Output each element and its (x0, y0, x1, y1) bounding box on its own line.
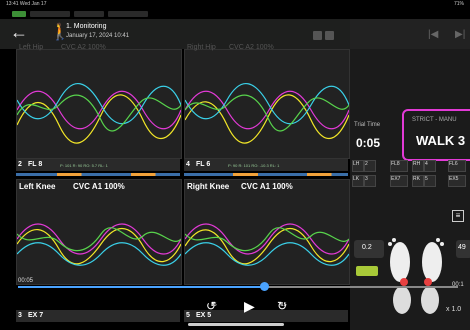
skip-start-icon[interactable]: |◀ (428, 29, 438, 40)
plot-info-bar: 4 FL 6 P: 90 R: 101 RO: -10.3 RL: 1 (184, 159, 348, 171)
home-indicator[interactable] (188, 323, 284, 326)
value-box-left: 0.2 (354, 240, 384, 258)
joint-code: LK (352, 175, 364, 187)
joint-num: 3 (364, 175, 376, 187)
joint-code: LH (352, 160, 364, 172)
joint-tag: FL6 (448, 160, 466, 172)
mode-value: WALK 3 (416, 133, 466, 148)
page-subtitle: January 17, 2024 10:41 (66, 33, 130, 39)
right-header: |◀ ▶| (350, 19, 470, 49)
joint-tag: EX7 (390, 175, 408, 187)
info-tag: FL 8 (28, 161, 43, 168)
joint-num: 2 (364, 160, 376, 172)
joint-num: 5 (424, 175, 436, 187)
mode-label: STRICT - MANU (412, 117, 457, 123)
status-time: 13:41 Wed Jan 17 (6, 1, 47, 7)
waveform-plot (17, 223, 181, 266)
plot-left-knee: Left Knee CVC A1 100% (16, 179, 182, 285)
waveform-plot (17, 82, 181, 144)
joint-tag: EX5 (448, 175, 466, 187)
joint-num: 4 (424, 160, 436, 172)
plot-info-bar: 3 EX 7 (16, 310, 180, 322)
info-metrics: P: 101 R: 90 RO: 5.7 RL: 1 (60, 163, 108, 168)
mode-box[interactable]: STRICT - MANU WALK 3 (402, 109, 470, 161)
scrubber-knob[interactable] (260, 282, 269, 291)
info-metrics: P: 90 R: 101 RO: -10.3 RL: 1 (228, 163, 280, 168)
waveform-plot (185, 223, 349, 266)
plot-label: CVC A1 100% (73, 182, 125, 191)
current-time: 00:05 (18, 278, 34, 284)
phase-stripe (16, 173, 180, 176)
strip-segment (30, 11, 70, 17)
phase-stripe (184, 173, 348, 176)
info-tag: FL 6 (196, 161, 211, 168)
info-tag: EX 5 (196, 312, 212, 319)
info-number: 5 (186, 312, 190, 319)
battery-indicator: 71% (453, 1, 464, 7)
joint-grid: LH 2 FL8 RH 4 FL6 LK 3 EX7 RK 5 EX5 (350, 159, 470, 191)
plot-left-hip: Left Hip CVC A2 100% (16, 44, 182, 159)
top-strip (12, 9, 312, 19)
info-tag: EX 7 (28, 312, 44, 319)
trial-time-label: Trial Time (354, 122, 381, 128)
value-right: 49 (458, 244, 466, 251)
playback-speed[interactable]: x 1.0 (446, 306, 461, 313)
waveform-plot (185, 82, 349, 144)
foot-diagram-icon (388, 238, 444, 314)
plot-title: Left Knee (19, 182, 56, 191)
strip-segment (74, 11, 104, 17)
trial-time-value: 0:05 (356, 136, 381, 150)
layout-icon[interactable] (313, 31, 322, 40)
settings-icon[interactable] (325, 31, 334, 40)
page-title: 1. Monitoring (66, 23, 107, 30)
skip-back-seconds: 15 (211, 302, 217, 308)
info-number: 2 (18, 161, 22, 168)
plot-right-knee: Right Knee CVC A1 100% (184, 179, 350, 285)
value-box-right: 49 (456, 240, 470, 258)
header-icons (313, 27, 353, 40)
strip-segment (108, 11, 148, 17)
plot-right-hip: Right Hip CVC A2 100% (184, 44, 350, 159)
info-number: 4 (186, 161, 190, 168)
play-icon[interactable]: ▶ (244, 298, 255, 315)
back-arrow-icon[interactable]: ← (10, 23, 28, 41)
status-chip (356, 266, 378, 276)
info-number: 3 (18, 312, 22, 319)
status-bar: 13:41 Wed Jan 17 71% (0, 0, 470, 9)
joint-tag: FL8 (390, 160, 408, 172)
plot-label: CVC A1 100% (241, 182, 293, 191)
menu-icon[interactable]: ≡ (452, 210, 464, 222)
strip-segment (12, 11, 26, 17)
skip-forward-seconds: 15 (281, 302, 287, 308)
joint-code: RH (412, 160, 424, 172)
joint-code: RK (412, 175, 424, 187)
plot-title: Right Knee (187, 182, 230, 191)
value-left: 0.2 (362, 244, 372, 251)
plot-info-bar: 2 FL 8 P: 101 R: 90 RO: 5.7 RL: 1 (16, 159, 180, 171)
scrubber-progress (18, 286, 264, 288)
skip-end-icon[interactable]: ▶| (455, 29, 465, 40)
